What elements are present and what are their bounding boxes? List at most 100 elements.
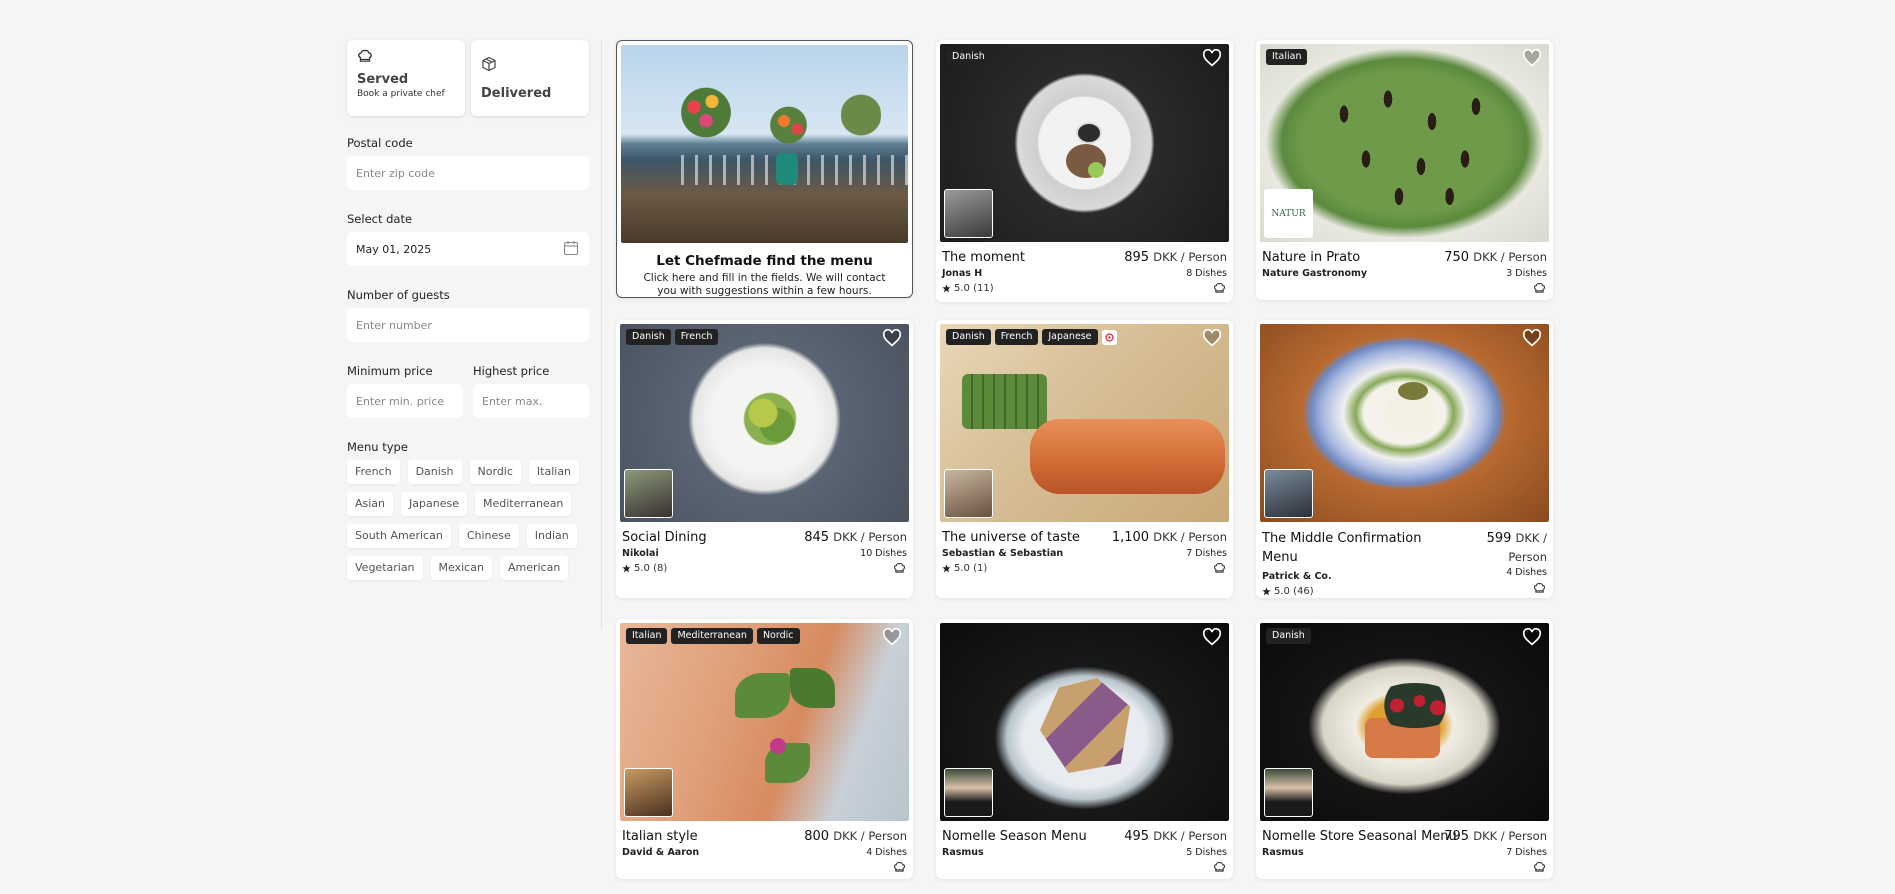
tag: Japanese — [1042, 329, 1098, 345]
box-icon — [482, 56, 496, 72]
dish-count: 7 Dishes — [1186, 548, 1227, 559]
min-price-label: Minimum price — [347, 364, 433, 378]
chip-mexican[interactable]: Mexican — [430, 556, 492, 580]
menu-info: Nature in Prato 750 DKK / Person Nature … — [1260, 242, 1549, 296]
date-label: Select date — [347, 212, 413, 226]
postal-code-input[interactable]: Enter zip code — [347, 156, 589, 190]
mode-selector: Served Book a private chef Delivered — [347, 40, 589, 116]
chip-south-american[interactable]: South American — [347, 524, 451, 548]
menu-info: The moment 895 DKK / Person Jonas H 8 Di… — [940, 242, 1229, 298]
star-icon — [942, 284, 951, 293]
menu-card[interactable]: Danish French Japanese The universe of t… — [936, 320, 1233, 598]
dish-count: 7 Dishes — [1506, 847, 1547, 858]
heart-icon[interactable] — [1202, 49, 1222, 67]
price-unit: DKK / Person — [1153, 250, 1227, 264]
tag-list: Danish French — [626, 329, 719, 345]
chef-avatar — [624, 469, 673, 518]
menu-card[interactable]: Danish The moment 895 DKK / Person Jonas… — [936, 40, 1233, 302]
served-subtitle: Book a private chef — [357, 89, 445, 99]
chefmade-request-card[interactable]: Let Chefmade find the menu Click here an… — [616, 40, 913, 298]
chef-name: Sebastian & Sebastian — [942, 548, 1064, 559]
award-badge-icon — [1101, 329, 1117, 345]
chip-french[interactable]: French — [347, 460, 400, 484]
chip-italian[interactable]: Italian — [528, 460, 580, 484]
menu-info: The universe of taste 1,100 DKK / Person… — [940, 522, 1229, 578]
menu-card[interactable]: Danish French Social Dining 845 DKK / Pe… — [616, 320, 913, 598]
food-fish — [1385, 394, 1435, 434]
postal-code-placeholder: Enter zip code — [356, 166, 435, 180]
chip-american[interactable]: American — [499, 556, 569, 580]
food-top — [1076, 122, 1102, 144]
rating: 5.0 (46) — [1262, 586, 1547, 597]
guests-placeholder: Enter number — [356, 318, 432, 332]
menu-image — [940, 623, 1229, 821]
tag: Italian — [626, 628, 668, 644]
price-unit: DKK / Person — [833, 530, 907, 544]
price-unit-a: DKK / — [1515, 531, 1547, 545]
max-price-input[interactable]: Enter max. — [473, 384, 589, 418]
delivered-option[interactable]: Delivered — [471, 40, 589, 116]
chip-nordic[interactable]: Nordic — [469, 460, 521, 484]
price-value: 599 — [1486, 531, 1512, 546]
chip-danish[interactable]: Danish — [407, 460, 462, 484]
chef-avatar — [1264, 469, 1313, 518]
chef-hat-icon — [1533, 861, 1546, 873]
max-price-placeholder: Enter max. — [482, 394, 543, 408]
heart-icon[interactable] — [1522, 628, 1542, 646]
heart-icon[interactable] — [1202, 628, 1222, 646]
chip-mediterranean[interactable]: Mediterranean — [474, 492, 572, 516]
max-price-label: Highest price — [473, 364, 550, 378]
menu-card[interactable]: Danish Nomelle Store Seasonal Menu 795 D… — [1256, 619, 1553, 879]
tag: Danish — [1266, 628, 1311, 644]
chef-avatar — [944, 469, 993, 518]
min-price-input[interactable]: Enter min. price — [347, 384, 463, 418]
heart-icon[interactable] — [1522, 329, 1542, 347]
heart-icon[interactable] — [882, 329, 902, 347]
menu-card[interactable]: Nomelle Season Menu 495 DKK / Person Ras… — [936, 619, 1233, 879]
food-flower — [770, 738, 786, 754]
chip-chinese[interactable]: Chinese — [458, 524, 519, 548]
price-unit: DKK / Person — [1153, 829, 1227, 843]
menu-card[interactable]: Italian Mediterranean Nordic Italian sty… — [616, 619, 913, 879]
tag-list: Italian Mediterranean Nordic — [626, 628, 800, 644]
flowers-far — [841, 85, 881, 145]
served-option[interactable]: Served Book a private chef — [347, 40, 465, 116]
dish-count: 5 Dishes — [1186, 847, 1227, 858]
menu-price: 895 DKK / Person — [1124, 250, 1227, 265]
heart-icon[interactable] — [882, 628, 902, 646]
menu-info: Italian style 800 DKK / Person David & A… — [620, 821, 909, 875]
chip-asian[interactable]: Asian — [347, 492, 394, 516]
heart-icon[interactable] — [1202, 329, 1222, 347]
food-prawn — [1030, 419, 1225, 494]
min-price-placeholder: Enter min. price — [356, 394, 445, 408]
chef-name: Nature Gastronomy — [1262, 268, 1368, 279]
food-greens — [735, 389, 805, 449]
tag: Italian — [1266, 49, 1308, 65]
menu-image: Danish French — [620, 324, 909, 522]
tag: Mediterranean — [671, 628, 753, 644]
dish-count: 4 Dishes — [1506, 567, 1547, 578]
guests-input[interactable]: Enter number — [347, 308, 589, 342]
food-cucumber — [962, 374, 1047, 429]
tag: French — [674, 329, 719, 345]
served-title: Served — [357, 72, 409, 87]
food-morels — [1300, 69, 1520, 219]
chef-hat-icon — [1213, 282, 1226, 294]
flowers-right — [766, 105, 811, 145]
chip-indian[interactable]: Indian — [526, 524, 577, 548]
filter-sidebar: Served Book a private chef Delivered Pos… — [347, 40, 589, 580]
menu-card[interactable]: Italian NATUR Nature in Prato 750 DKK / … — [1256, 40, 1553, 300]
chef-hat-icon — [1213, 562, 1226, 574]
price-unit-b: Person — [1508, 549, 1547, 564]
date-input[interactable]: May 01, 2025 — [347, 232, 589, 266]
calendar-icon[interactable] — [563, 240, 579, 256]
chef-avatar — [944, 189, 993, 238]
price-unit: DKK / Person — [1153, 530, 1227, 544]
chip-vegetarian[interactable]: Vegetarian — [347, 556, 423, 580]
menu-price: 599 DKK / Person — [1487, 530, 1547, 568]
chef-name: David & Aaron — [622, 847, 700, 858]
heart-icon[interactable] — [1522, 49, 1542, 67]
menu-card[interactable]: The Middle Confirmation Menu 599 DKK / Pe… — [1256, 320, 1553, 598]
avatar-logo-text: NATUR — [1271, 208, 1306, 219]
chip-japanese[interactable]: Japanese — [401, 492, 467, 516]
